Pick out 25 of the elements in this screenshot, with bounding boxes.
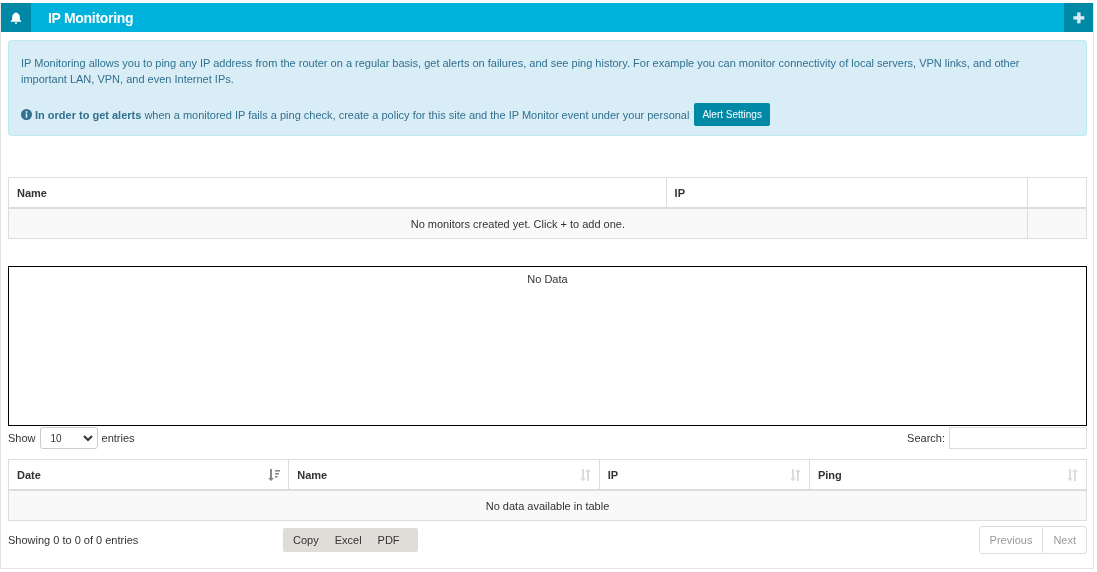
table-info-text: Showing 0 to 0 of 0 entries	[8, 534, 140, 546]
bell-icon	[1, 3, 31, 32]
column-header[interactable]: Date	[17, 468, 41, 481]
chevron-down-icon	[82, 434, 93, 442]
column-header[interactable]: Ping	[817, 468, 842, 481]
alert-note-text: In order to get alerts when a monitored IP fails a ping check, create a policy for this site and the IP Monitor event under your personal	[35, 107, 690, 123]
column-header[interactable]: IP	[607, 468, 619, 481]
column-header: IP	[674, 186, 685, 199]
show-label: Show	[8, 432, 36, 444]
page-size-select[interactable]: 10	[39, 427, 98, 449]
alert-settings-button[interactable]: Alert Settings	[694, 103, 770, 126]
info-icon	[21, 109, 32, 120]
column-header: Name	[17, 186, 47, 199]
export-button[interactable]: Copy	[285, 528, 327, 552]
empty-message: No data available in table	[485, 499, 610, 512]
description-text: IP Monitoring allows you to ping any IP address from the router on a regular basis, get alerts on failures, and see ping history. For example you can monitor connectivity of local servers, VPN links, and other important LAN, VPN, and even Internet IPs.	[21, 56, 1021, 87]
export-button[interactable]: Excel	[326, 528, 370, 552]
panel-title: IP Monitoring	[48, 9, 135, 26]
entries-label: entries	[101, 432, 135, 444]
export-button[interactable]: PDF	[369, 528, 408, 552]
column-header[interactable]: Name	[297, 468, 328, 481]
search-label: Search:	[907, 432, 945, 444]
search-field[interactable]	[949, 427, 1087, 449]
no-data-text: No Data	[527, 273, 568, 285]
empty-message: No monitors created yet. Click + to add one.	[410, 217, 625, 230]
